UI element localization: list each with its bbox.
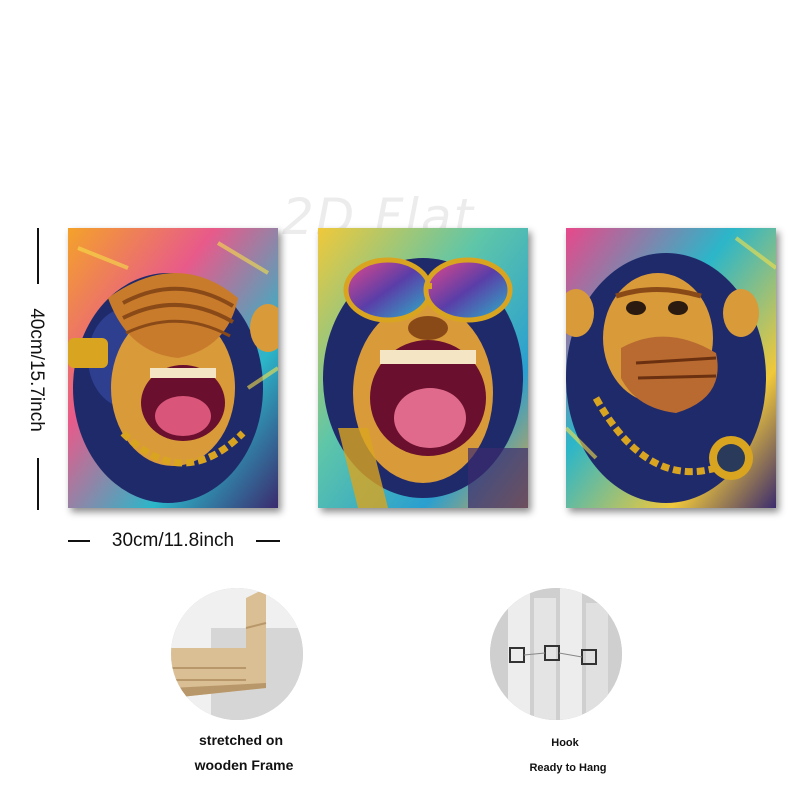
frame-caption-line2: wooden Frame <box>194 757 294 773</box>
sunglasses-laughing-monkey-painting <box>318 228 528 508</box>
see-no-evil-monkey-painting <box>68 228 278 508</box>
hook-caption-line1: Hook <box>551 737 579 749</box>
hook-caption-line2: Ready to Hang <box>529 762 607 774</box>
width-dimension-label: 30cm/11.8inch <box>111 530 235 551</box>
height-dimension-line-bottom <box>37 458 39 510</box>
hanging-hook-detail-photo <box>490 588 622 720</box>
width-dimension-line-right <box>256 540 280 542</box>
height-dimension-line-top <box>37 228 39 284</box>
width-dimension-line-left <box>68 540 90 542</box>
frame-caption-line1: stretched on <box>198 732 284 748</box>
height-dimension-label: 40cm/15.7inch <box>26 308 47 432</box>
wooden-frame-detail-photo <box>171 588 303 720</box>
speak-no-evil-monkey-painting <box>566 228 776 508</box>
